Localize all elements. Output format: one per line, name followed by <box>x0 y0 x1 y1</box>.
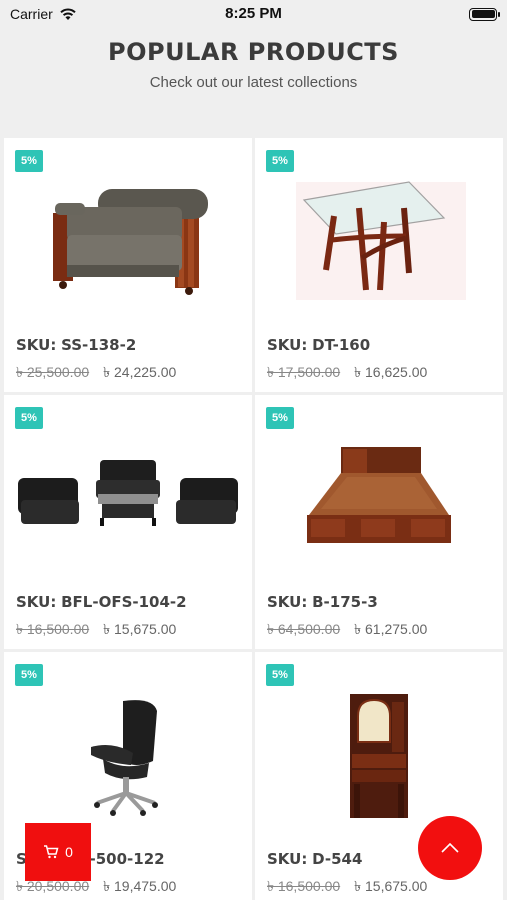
sku-value: B-175-3 <box>312 593 378 611</box>
old-price: ৳ 16,500.00 <box>267 878 341 894</box>
sofa-image <box>53 189 208 295</box>
price-row: ৳ 17,500.00 ৳ 16,625.00 <box>267 361 427 385</box>
sku-value: BFL-OFS-104-2 <box>61 593 187 611</box>
price-row: ৳ 25,500.00 ৳ 24,225.00 <box>16 361 176 385</box>
office-chair-image <box>91 700 158 816</box>
current-price: ৳ 16,625.00 <box>354 364 428 380</box>
product-sku: SKU: DT-160 <box>267 336 371 354</box>
status-bar: Carrier 8:25 PM <box>0 0 507 28</box>
chevron-up-icon <box>441 843 459 853</box>
old-price: ৳ 25,500.00 <box>16 364 90 380</box>
product-image[interactable] <box>255 425 503 575</box>
product-image[interactable] <box>4 682 252 832</box>
product-sku: SKU: D-544 <box>267 850 363 868</box>
cart-icon <box>44 845 59 859</box>
price-row: ৳ 16,500.00 ৳ 15,675.00 <box>16 618 176 642</box>
battery-icon <box>469 7 500 21</box>
product-card[interactable]: 5% SKU: B-175-3 ৳ 64,500.00 ৳ 61,275.00 <box>255 395 503 649</box>
page-header: POPULAR PRODUCTS Check out our latest co… <box>0 28 507 138</box>
product-image[interactable] <box>4 168 252 318</box>
product-sku: SKU: SS-138-2 <box>16 336 137 354</box>
dressing-table-image <box>350 694 408 818</box>
current-price: ৳ 61,275.00 <box>354 621 428 637</box>
product-grid: 5% SKU: SS-138-2 ৳ 25,500.00 ৳ 24,225.00 <box>4 138 503 900</box>
old-price: ৳ 16,500.00 <box>16 621 90 637</box>
bed-image <box>307 447 451 543</box>
product-image[interactable] <box>255 168 503 318</box>
cart-count: 0 <box>65 844 73 860</box>
product-card[interactable]: 5% SKU: SS-138-2 ৳ 25,500.00 ৳ 24,225.00 <box>4 138 252 392</box>
page-title: POPULAR PRODUCTS <box>108 38 399 66</box>
current-price: ৳ 19,475.00 <box>103 878 177 894</box>
product-sku: SKU: BFL-OFS-104-2 <box>16 593 187 611</box>
current-price: ৳ 24,225.00 <box>103 364 177 380</box>
product-image[interactable] <box>255 682 503 832</box>
price-row: ৳ 16,500.00 ৳ 15,675.00 <box>267 875 427 899</box>
cart-button[interactable]: 0 <box>25 823 91 881</box>
old-price: ৳ 17,500.00 <box>267 364 341 380</box>
clock: 8:25 PM <box>225 5 282 22</box>
price-row: ৳ 64,500.00 ৳ 61,275.00 <box>267 618 427 642</box>
current-price: ৳ 15,675.00 <box>103 621 177 637</box>
product-card[interactable]: 5% SKU: BFL-OFS-104-2 ৳ 16,500.00 ৳ 15,6… <box>4 395 252 649</box>
product-card[interactable]: 5% SKU: DT-160 ৳ 17,500.00 ৳ 16,625.00 <box>255 138 503 392</box>
old-price: ৳ 64,500.00 <box>267 621 341 637</box>
glass-table-image <box>296 181 466 300</box>
current-price: ৳ 15,675.00 <box>354 878 428 894</box>
scroll-top-button[interactable] <box>418 816 482 880</box>
product-sku: SKU: B-175-3 <box>267 593 378 611</box>
office-sofa-set-image <box>17 460 238 526</box>
sku-value: SS-138-2 <box>61 336 137 354</box>
sku-value: D-544 <box>312 850 363 868</box>
page-subtitle: Check out our latest collections <box>149 74 358 91</box>
sku-value: DT-160 <box>312 336 371 354</box>
product-image[interactable] <box>4 425 252 575</box>
